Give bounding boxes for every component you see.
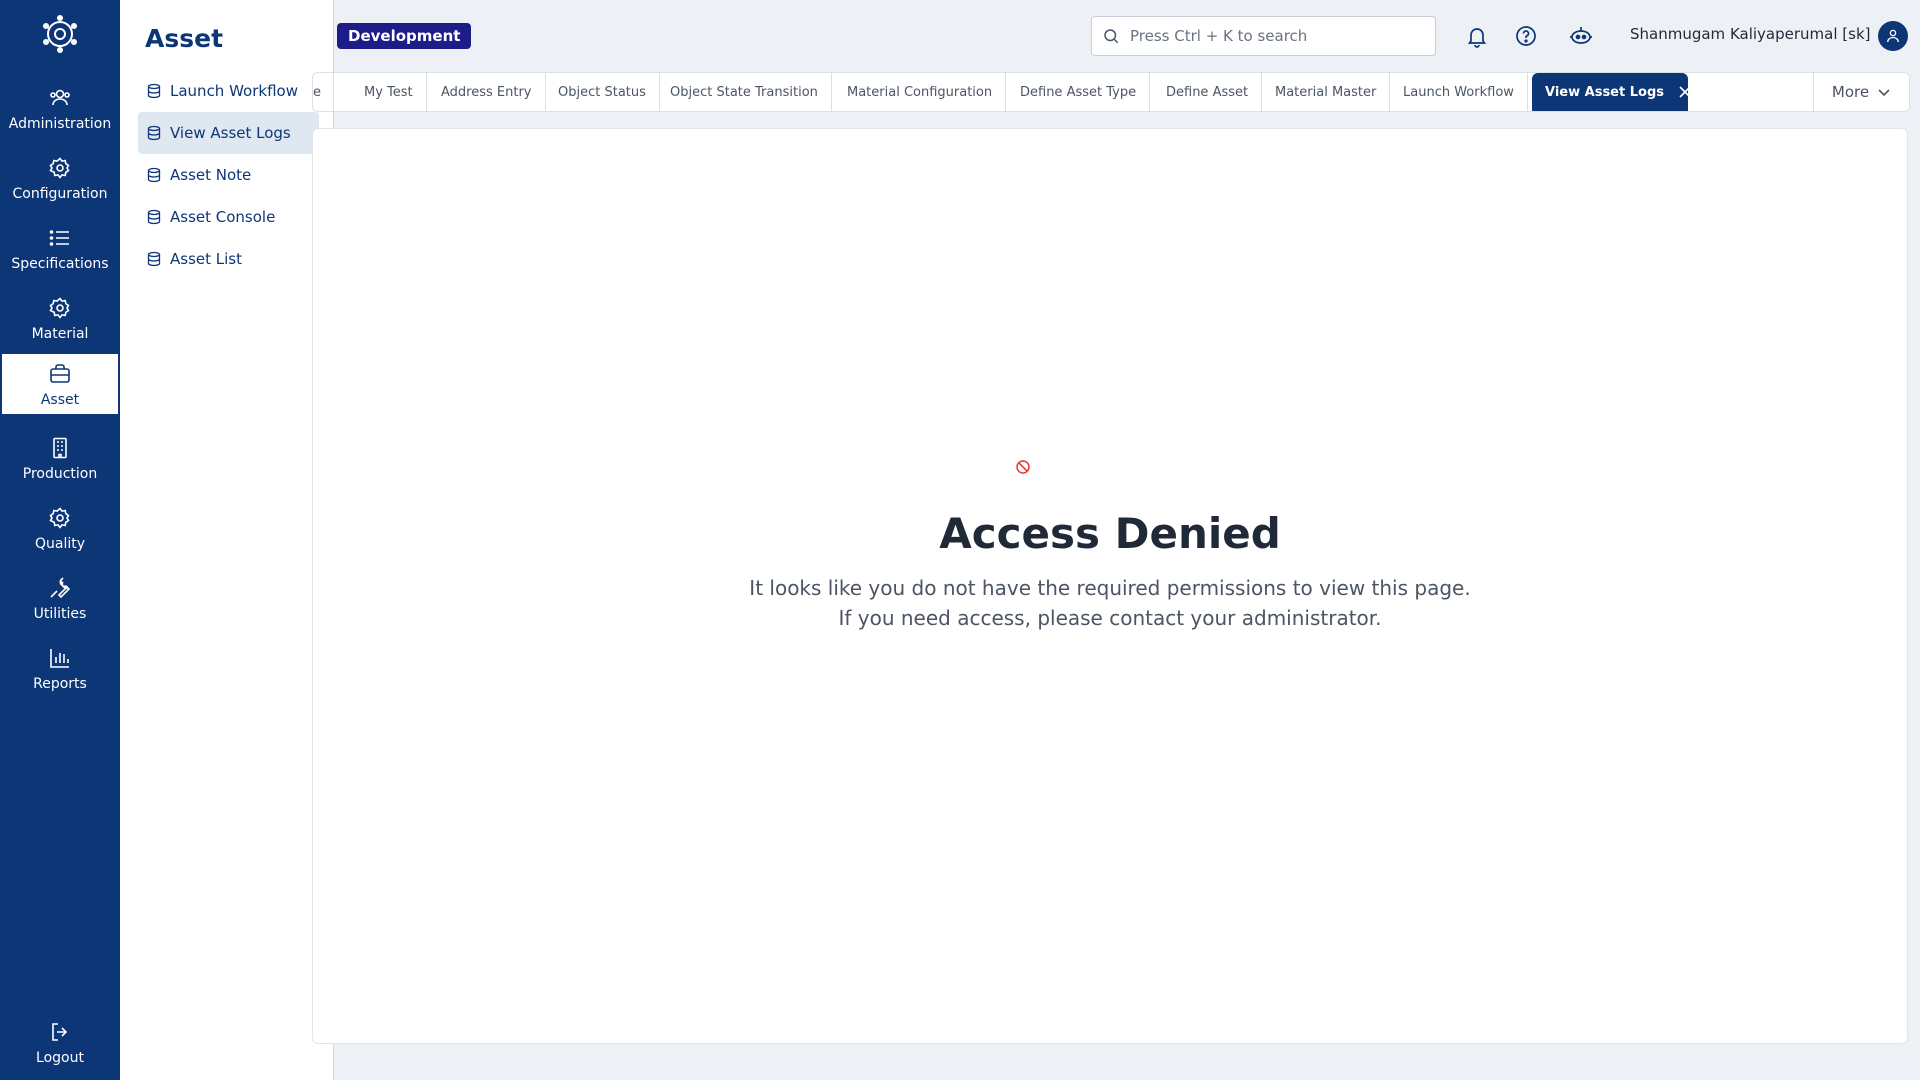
database-icon [147, 251, 161, 267]
environment-badge: Development [337, 23, 472, 49]
nav-quality[interactable]: Quality [2, 498, 118, 558]
gear-icon [49, 507, 70, 529]
gear-icon [49, 297, 70, 319]
submenu-item-launch-workflow[interactable]: Launch Workflow [138, 70, 319, 112]
nav-reports[interactable]: Reports [2, 638, 118, 698]
main-content: Access Denied It looks like you do not h… [312, 128, 1908, 1044]
wrench-icon [50, 577, 71, 599]
tab-material-master[interactable]: Material Master [1262, 73, 1391, 111]
submenu-item-asset-console[interactable]: Asset Console [138, 196, 319, 238]
submenu-item-label: Asset List [170, 250, 242, 268]
nav-administration[interactable]: Administration [2, 78, 118, 138]
close-icon[interactable] [1678, 85, 1692, 99]
nav-label: Material [31, 326, 89, 342]
tab-label: Define Asset [1166, 84, 1249, 100]
nav-label: Quality [34, 536, 86, 552]
assistant-button[interactable] [1568, 24, 1594, 48]
submenu-item-label: View Asset Logs [170, 124, 291, 142]
logout-label: Logout [36, 1050, 84, 1066]
tab-object-status[interactable]: Object Status [545, 73, 660, 111]
denied-message-line2: If you need access, please contact your … [838, 606, 1382, 630]
nav-material[interactable]: Material [2, 288, 118, 348]
help-circle-icon [1516, 26, 1536, 46]
asset-submenu: Asset Launch Workflow View Asset Logs As… [120, 0, 334, 1080]
nav-label: Reports [33, 676, 87, 692]
bar-chart-icon [50, 649, 69, 668]
tab-my-test[interactable]: My Test [351, 73, 427, 111]
tab-label: Launch Workflow [1403, 84, 1514, 100]
tab-material-configuration[interactable]: Material Configuration [834, 73, 1007, 111]
denied-message-line1: It looks like you do not have the requir… [749, 576, 1471, 600]
search-input[interactable] [1130, 27, 1410, 45]
tab-label: Material Master [1275, 84, 1377, 100]
main-nav-rail: Administration Configuration Specificati… [0, 0, 120, 1080]
nav-label: Administration [8, 116, 112, 132]
user-name[interactable]: Shanmugam Kaliyaperumal [sk] [1630, 25, 1870, 43]
nav-specifications[interactable]: Specifications [2, 218, 118, 278]
nav-label: Utilities [33, 606, 87, 622]
tab-define-asset[interactable]: Define Asset [1153, 73, 1263, 111]
submenu-title: Asset [145, 24, 224, 53]
nav-label: Configuration [12, 186, 108, 202]
search-icon [1104, 29, 1119, 44]
help-button[interactable] [1514, 24, 1538, 48]
list-icon [49, 230, 69, 246]
nav-utilities[interactable]: Utilities [2, 568, 118, 628]
tab-label: My Test [364, 84, 413, 100]
submenu-item-label: Asset Note [170, 166, 252, 184]
more-label: More [1831, 83, 1870, 101]
tab-label: e [313, 84, 321, 100]
nav-label: Production [22, 466, 98, 482]
chevron-down-icon [1878, 89, 1890, 97]
avatar[interactable] [1878, 21, 1908, 51]
database-icon [147, 125, 161, 141]
tab-label: Define Asset Type [1020, 84, 1137, 100]
tab-label: Object State Transition [670, 84, 818, 100]
nav-label: Specifications [11, 256, 109, 272]
submenu-item-label: Asset Console [170, 208, 276, 226]
users-icon [50, 89, 70, 106]
tab-launch-workflow[interactable]: Launch Workflow [1390, 73, 1528, 111]
nav-configuration[interactable]: Configuration [2, 148, 118, 208]
submenu-item-asset-list[interactable]: Asset List [138, 238, 319, 280]
tab-address-entry[interactable]: Address Entry [428, 73, 546, 111]
nav-label: Asset [40, 392, 80, 408]
blocked-icon [1016, 460, 1030, 474]
tab-label: Material Configuration [847, 84, 993, 100]
submenu-item-view-asset-logs[interactable]: View Asset Logs [138, 112, 319, 154]
nav-production[interactable]: Production [2, 428, 118, 488]
global-search[interactable] [1091, 16, 1436, 56]
logout-icon [52, 1023, 68, 1041]
tab-label: Object Status [558, 84, 646, 100]
tab-label: View Asset Logs [1545, 84, 1664, 100]
page-title: Access Denied [939, 509, 1281, 558]
more-tabs-button[interactable]: More [1813, 73, 1909, 111]
tab-object-state-transition[interactable]: Object State Transition [657, 73, 832, 111]
database-icon [147, 83, 161, 99]
logout-button[interactable]: Logout [2, 1012, 118, 1072]
tab-define-asset-type[interactable]: Define Asset Type [1007, 73, 1151, 111]
bell-icon [1467, 28, 1487, 48]
robot-icon [1570, 27, 1592, 44]
gear-icon [49, 157, 70, 179]
tab-view-asset-logs[interactable]: View Asset Logs [1532, 73, 1691, 111]
tab-label: Address Entry [441, 84, 532, 100]
notifications-button[interactable] [1465, 24, 1489, 48]
nav-asset[interactable]: Asset [2, 354, 118, 414]
database-icon [147, 209, 161, 225]
access-denied-panel: Access Denied It looks like you do not h… [313, 129, 1907, 1043]
submenu-item-asset-note[interactable]: Asset Note [138, 154, 319, 196]
database-icon [147, 167, 161, 183]
user-icon [1887, 29, 1899, 43]
submenu-item-label: Launch Workflow [170, 82, 298, 100]
open-tabs-bar: e My Test Address Entry Object Status Ob… [312, 72, 1910, 112]
app-logo-icon[interactable] [40, 14, 80, 54]
briefcase-icon [50, 364, 70, 383]
tab-truncated[interactable]: e [313, 73, 334, 111]
building-icon [53, 437, 67, 459]
